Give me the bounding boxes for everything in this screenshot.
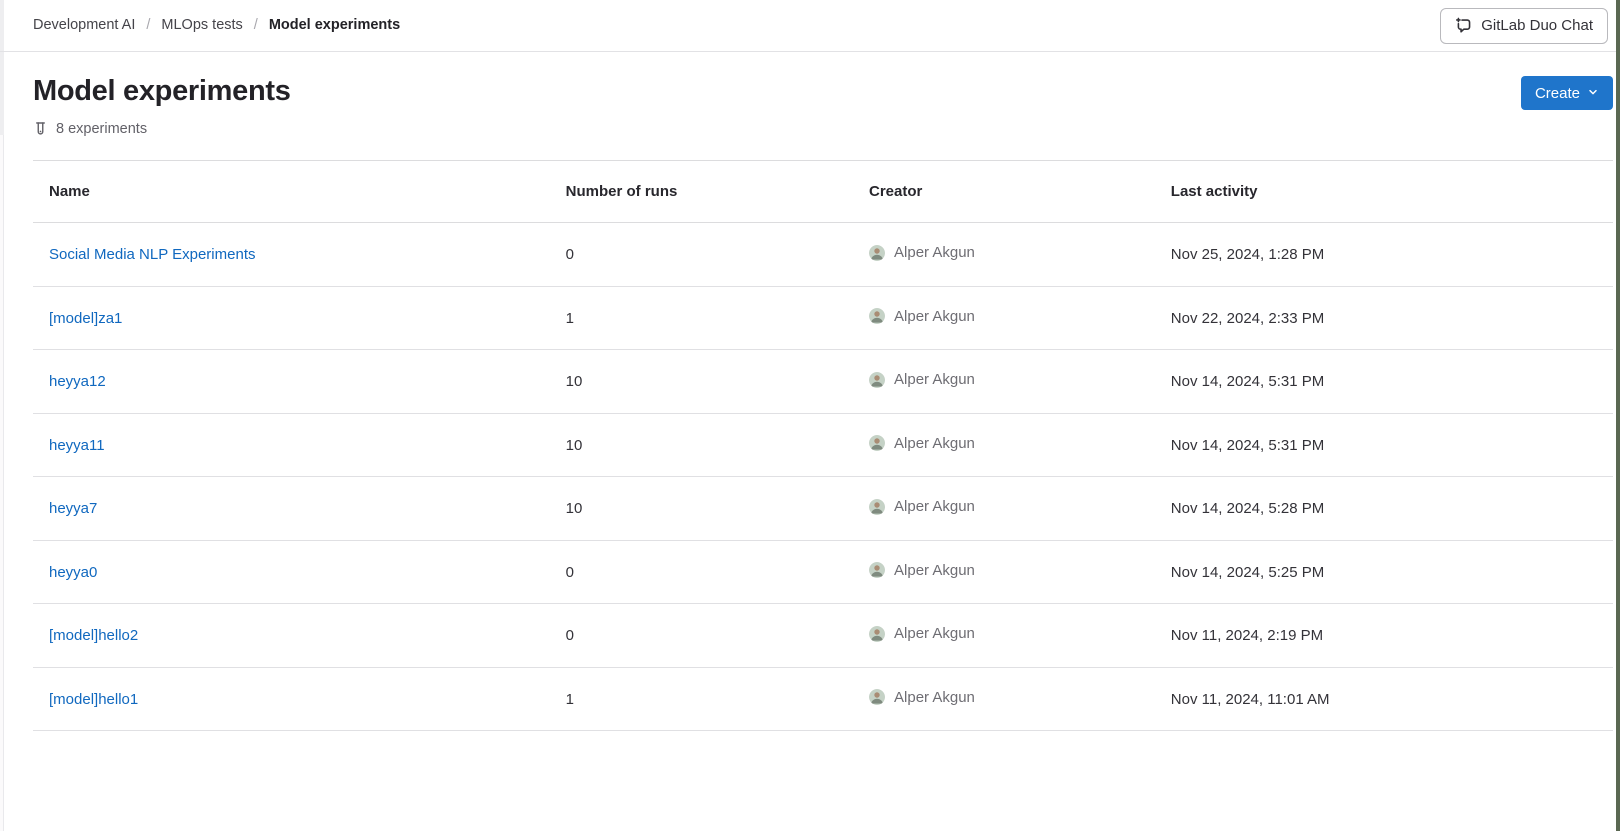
column-header-creator: Creator xyxy=(853,161,1155,223)
column-header-runs: Number of runs xyxy=(550,161,853,223)
last-activity: Nov 14, 2024, 5:28 PM xyxy=(1171,500,1324,517)
last-activity: Nov 11, 2024, 11:01 AM xyxy=(1171,691,1330,708)
test-tube-icon xyxy=(33,121,48,137)
creator-name: Alper Akgun xyxy=(894,623,975,644)
run-count: 1 xyxy=(566,310,574,327)
last-activity: Nov 14, 2024, 5:31 PM xyxy=(1171,437,1324,454)
create-button-label: Create xyxy=(1535,85,1580,102)
avatar xyxy=(869,626,885,642)
experiments-table: Name Number of runs Creator Last activit… xyxy=(33,160,1613,731)
experiment-count: 8 experiments xyxy=(56,119,147,139)
duo-chat-icon xyxy=(1455,17,1472,34)
run-count: 10 xyxy=(566,373,583,390)
table-row: Social Media NLP Experiments 0 Alper Akg… xyxy=(33,223,1613,287)
creator-name: Alper Akgun xyxy=(894,560,975,581)
run-count: 0 xyxy=(566,627,574,644)
table-row: [model]hello2 0 Alper Akgun Nov 11, 2024… xyxy=(33,604,1613,668)
experiments-tbody: Social Media NLP Experiments 0 Alper Akg… xyxy=(33,223,1613,731)
creator-cell[interactable]: Alper Akgun xyxy=(869,623,975,644)
last-activity: Nov 14, 2024, 5:25 PM xyxy=(1171,564,1324,581)
duo-chat-label: GitLab Duo Chat xyxy=(1481,17,1593,34)
last-activity: Nov 11, 2024, 2:19 PM xyxy=(1171,627,1323,644)
creator-cell[interactable]: Alper Akgun xyxy=(869,496,975,517)
creator-cell[interactable]: Alper Akgun xyxy=(869,687,975,708)
avatar xyxy=(869,308,885,324)
experiment-name-link[interactable]: [model]hello1 xyxy=(49,691,138,708)
last-activity: Nov 25, 2024, 1:28 PM xyxy=(1171,246,1324,263)
creator-name: Alper Akgun xyxy=(894,306,975,327)
breadcrumb-item[interactable]: Development AI xyxy=(33,15,135,35)
table-row: heyya11 10 Alper Akgun Nov 14, 2024, 5:3… xyxy=(33,413,1613,477)
experiment-name-link[interactable]: heyya0 xyxy=(49,564,97,581)
creator-cell[interactable]: Alper Akgun xyxy=(869,242,975,263)
run-count: 0 xyxy=(566,564,574,581)
table-row: heyya0 0 Alper Akgun Nov 14, 2024, 5:25 … xyxy=(33,540,1613,604)
experiment-name-link[interactable]: [model]hello2 xyxy=(49,627,138,644)
gitlab-duo-chat-button[interactable]: GitLab Duo Chat xyxy=(1440,8,1608,44)
creator-name: Alper Akgun xyxy=(894,687,975,708)
experiment-name-link[interactable]: heyya11 xyxy=(49,437,105,454)
avatar xyxy=(869,372,885,388)
creator-name: Alper Akgun xyxy=(894,496,975,517)
breadcrumb: Development AI / MLOps tests / Model experim… xyxy=(33,15,400,35)
breadcrumb-item: Model experiments xyxy=(269,15,400,35)
experiment-name-link[interactable]: [model]za1 xyxy=(49,310,122,327)
top-bar: Development AI / MLOps tests / Model experim… xyxy=(0,0,1620,52)
experiment-name-link[interactable]: heyya12 xyxy=(49,373,106,390)
last-activity: Nov 14, 2024, 5:31 PM xyxy=(1171,373,1324,390)
experiment-count-row: 8 experiments xyxy=(33,119,1613,139)
experiment-name-link[interactable]: Social Media NLP Experiments xyxy=(49,246,255,263)
run-count: 0 xyxy=(566,246,574,263)
create-button[interactable]: Create xyxy=(1521,76,1613,110)
right-edge-strip xyxy=(1616,0,1620,831)
table-row: [model]hello1 1 Alper Akgun Nov 11, 2024… xyxy=(33,667,1613,731)
table-row: heyya12 10 Alper Akgun Nov 14, 2024, 5:3… xyxy=(33,350,1613,414)
avatar xyxy=(869,435,885,451)
page-content: Model experiments Create 8 experiments xyxy=(0,52,1620,731)
column-header-last-activity: Last activity xyxy=(1155,161,1613,223)
creator-cell[interactable]: Alper Akgun xyxy=(869,306,975,327)
creator-name: Alper Akgun xyxy=(894,369,975,390)
creator-name: Alper Akgun xyxy=(894,242,975,263)
last-activity: Nov 22, 2024, 2:33 PM xyxy=(1171,310,1324,327)
avatar xyxy=(869,689,885,705)
creator-cell[interactable]: Alper Akgun xyxy=(869,433,975,454)
breadcrumb-separator: / xyxy=(146,15,150,35)
chevron-down-icon xyxy=(1587,85,1599,102)
creator-name: Alper Akgun xyxy=(894,433,975,454)
avatar xyxy=(869,245,885,261)
avatar xyxy=(869,499,885,515)
creator-cell[interactable]: Alper Akgun xyxy=(869,369,975,390)
title-row: Model experiments Create xyxy=(33,75,1613,110)
experiment-name-link[interactable]: heyya7 xyxy=(49,500,97,517)
run-count: 10 xyxy=(566,500,583,517)
page-title: Model experiments xyxy=(33,75,291,108)
table-row: heyya7 10 Alper Akgun Nov 14, 2024, 5:28… xyxy=(33,477,1613,541)
creator-cell[interactable]: Alper Akgun xyxy=(869,560,975,581)
run-count: 10 xyxy=(566,437,583,454)
breadcrumb-separator: / xyxy=(254,15,258,35)
avatar xyxy=(869,562,885,578)
table-row: [model]za1 1 Alper Akgun Nov 22, 2024, 2… xyxy=(33,286,1613,350)
table-header-row: Name Number of runs Creator Last activit… xyxy=(33,161,1613,223)
column-header-name: Name xyxy=(33,161,550,223)
breadcrumb-item[interactable]: MLOps tests xyxy=(161,15,242,35)
run-count: 1 xyxy=(566,691,574,708)
